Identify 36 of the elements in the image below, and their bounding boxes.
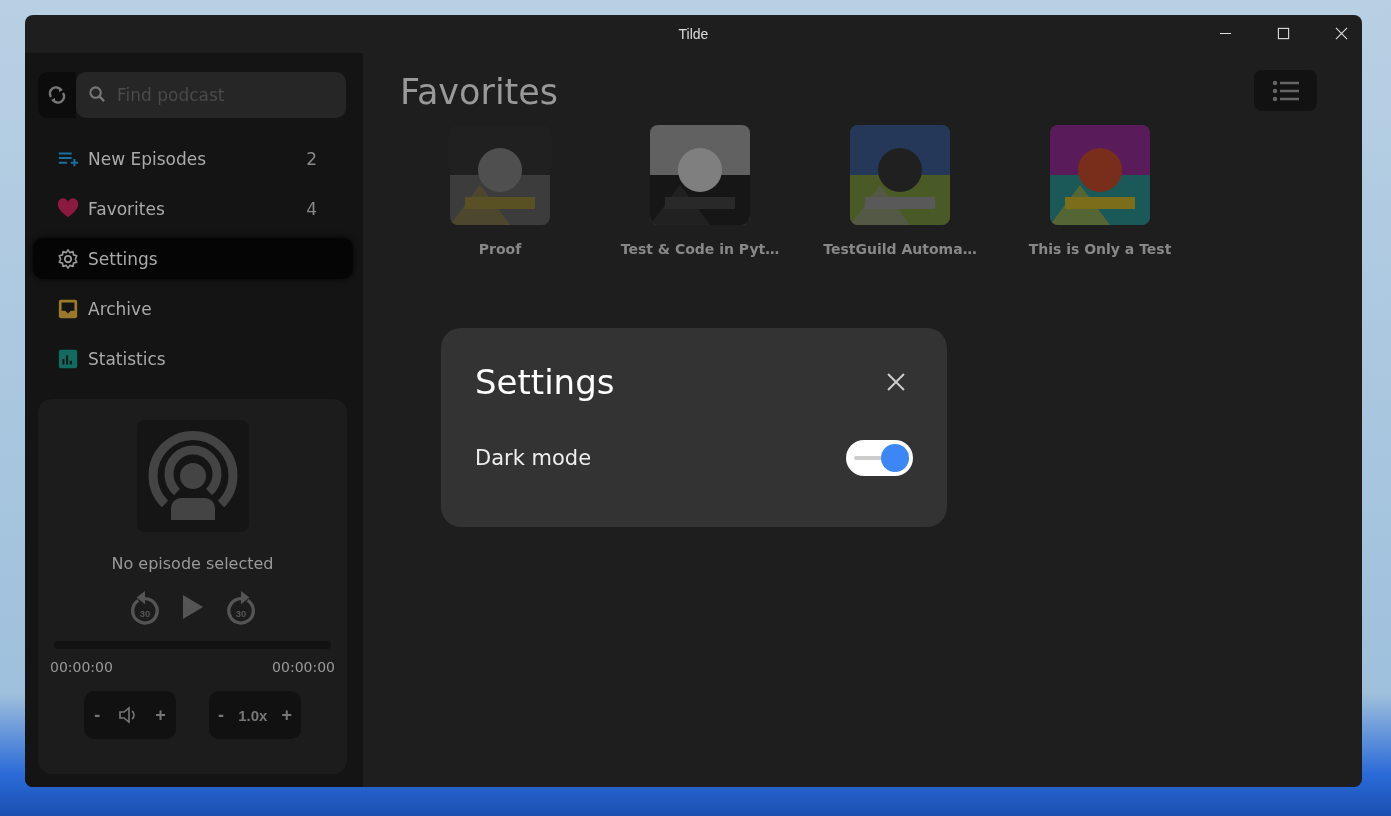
total-time: 00:00:00 (272, 659, 335, 675)
bar-chart-icon (57, 347, 79, 370)
sidebar-item[interactable]: Statistics (33, 338, 353, 379)
page-heading: Favorites (400, 72, 559, 112)
podcast-title[interactable]: TestGuild Automa… (823, 241, 977, 257)
speed-up-button[interactable]: + (277, 704, 296, 726)
podcast-icon (136, 420, 249, 532)
maximize-icon[interactable] (1277, 27, 1290, 40)
list-icon (1271, 79, 1300, 102)
speed-value: 1.0x (238, 706, 268, 724)
play-icon[interactable] (182, 595, 203, 619)
volume-up-button[interactable]: + (151, 704, 170, 726)
heart-icon (57, 197, 79, 220)
sidebar-item[interactable]: Settings (33, 238, 353, 279)
podcast-title[interactable]: Test & Code in Pyt… (620, 241, 780, 257)
inbox-icon (57, 297, 79, 320)
sidebar-item[interactable]: New Episodes 2 (33, 138, 353, 179)
settings-icon (57, 247, 79, 270)
search-icon (88, 85, 107, 104)
list-view-button[interactable] (1254, 70, 1317, 111)
podcast-title[interactable]: This is Only a Test (1028, 241, 1172, 257)
close-icon[interactable] (1335, 27, 1348, 40)
speed-down-button[interactable]: - (214, 704, 229, 726)
sidebar-item[interactable]: Favorites 4 (33, 188, 353, 229)
refresh-button[interactable] (38, 72, 76, 118)
podcast-title[interactable]: Proof (478, 241, 522, 257)
sidebar-item[interactable]: Archive (33, 288, 353, 329)
refresh-icon (47, 85, 67, 105)
toggle-switch[interactable] (846, 440, 913, 476)
episode-title: No episode selected (111, 554, 274, 573)
dialog-title: Settings (475, 362, 615, 402)
option-label: Dark mode (475, 446, 592, 470)
elapsed-time: 00:00:00 (50, 659, 113, 675)
window-title: Tilde (678, 26, 709, 42)
volume-down-button[interactable]: - (90, 704, 105, 726)
close-icon[interactable] (886, 372, 906, 392)
